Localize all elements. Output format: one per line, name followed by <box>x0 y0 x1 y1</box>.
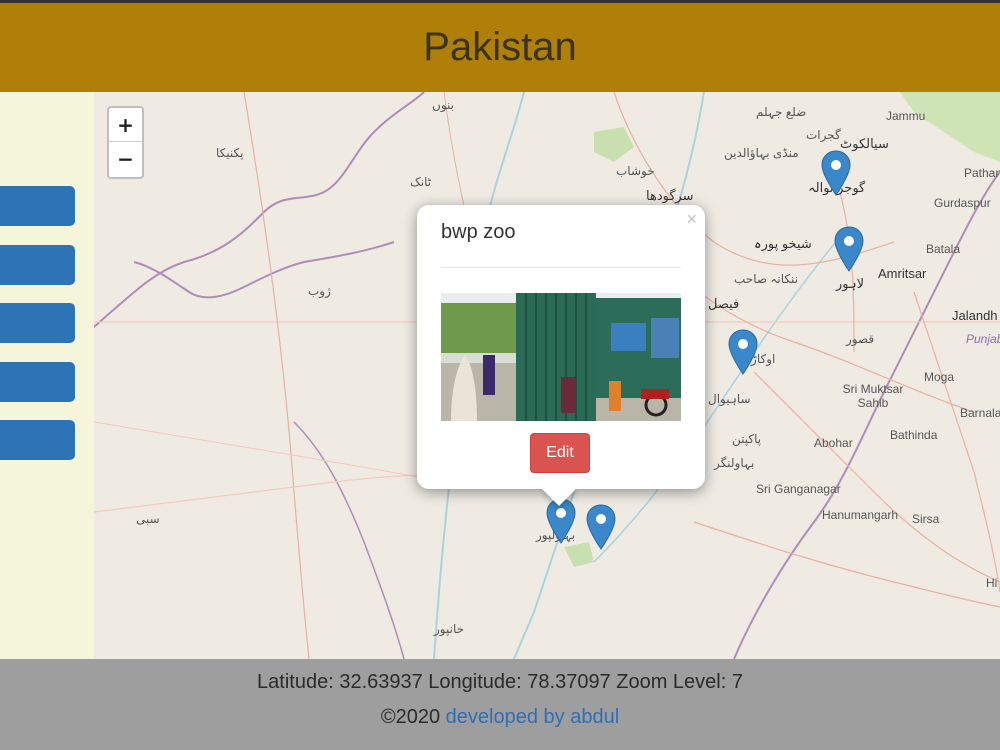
place-label: فیصل <box>708 296 740 311</box>
marker-popup: × bwp zoo Edit <box>417 205 705 506</box>
popup-photo <box>441 293 681 421</box>
popup-title: bwp zoo <box>441 221 516 243</box>
sidebar-button-3[interactable] <box>0 303 75 343</box>
sidebar-button-2[interactable] <box>0 245 75 285</box>
place-label: پکنیکا <box>216 146 244 160</box>
place-label: Sri Ganganagar <box>756 482 841 496</box>
copyright-line: ©2020 developed by abdul <box>0 706 1000 729</box>
place-label: Abohar <box>814 436 853 450</box>
map-view[interactable]: بنوں ضلع جہلم منڈی بہاؤالدین گجرات سیالک… <box>94 92 1000 659</box>
map-marker-icon[interactable] <box>821 150 851 196</box>
place-label: Jalandh <box>952 308 998 323</box>
place-label: Jammu <box>886 109 926 123</box>
place-label: Hi <box>986 576 998 590</box>
place-label: Sirsa <box>912 512 940 526</box>
map-marker-icon[interactable] <box>728 329 758 375</box>
place-label: Barnala <box>960 406 1000 420</box>
footer: Latitude: 32.63937 Longitude: 78.37097 Z… <box>0 659 1000 750</box>
place-label: Hanumangarh <box>822 508 899 522</box>
place-label: ٹانک <box>410 175 432 189</box>
popup-divider <box>441 267 681 268</box>
place-label: ضلع جہلم <box>756 105 807 119</box>
popup-close-button[interactable]: × <box>686 209 697 230</box>
zoom-out-button[interactable]: − <box>109 142 142 176</box>
place-label: سرگودھا <box>646 188 694 203</box>
place-label: بہاولنگر <box>714 456 755 470</box>
place-label: خانپور <box>434 622 465 636</box>
map-marker-icon[interactable] <box>586 504 616 550</box>
place-label: ننکانہ صاحب <box>734 272 798 286</box>
place-label: Sri Muktsar Sahib <box>842 382 904 410</box>
zoom-control: + − <box>107 106 144 179</box>
copyright-text: ©2020 <box>380 706 446 728</box>
place-label: سبی <box>136 512 160 526</box>
place-label: Moga <box>924 370 955 384</box>
place-label: Bathinda <box>890 428 938 442</box>
place-label: ژوب <box>308 284 331 298</box>
sidebar-button-4[interactable] <box>0 362 75 402</box>
place-label: خوشاب <box>616 164 655 178</box>
zoom-in-button[interactable]: + <box>109 108 142 142</box>
place-label: Batala <box>926 242 961 256</box>
place-label: Punjab <box>966 332 1000 346</box>
page-title: Pakistan <box>423 25 577 69</box>
map-marker-icon[interactable] <box>546 498 576 544</box>
developer-link[interactable]: developed by abdul <box>446 706 619 728</box>
place-label: Pathan <box>964 166 1000 180</box>
place-label: منڈی بہاؤالدین <box>724 146 799 160</box>
place-label: قصور <box>846 332 875 346</box>
sidebar-button-5[interactable] <box>0 420 75 460</box>
sidebar-button-1[interactable] <box>0 186 75 226</box>
sidebar <box>0 92 94 659</box>
edit-button[interactable]: Edit <box>530 433 590 473</box>
place-label: پاکپتن <box>732 432 762 446</box>
place-label: گجرات <box>806 128 841 142</box>
map-marker-icon[interactable] <box>834 226 864 272</box>
place-label: ساہیوال <box>708 392 751 406</box>
place-label: Amritsar <box>878 266 927 281</box>
app-header: Pakistan <box>0 0 1000 92</box>
coordinates-readout: Latitude: 32.63937 Longitude: 78.37097 Z… <box>257 671 743 693</box>
place-label: بنوں <box>432 98 454 112</box>
place-label: شیخو پورہ <box>754 236 812 251</box>
place-label: Gurdaspur <box>934 196 991 210</box>
place-label: لاہور <box>836 276 865 291</box>
